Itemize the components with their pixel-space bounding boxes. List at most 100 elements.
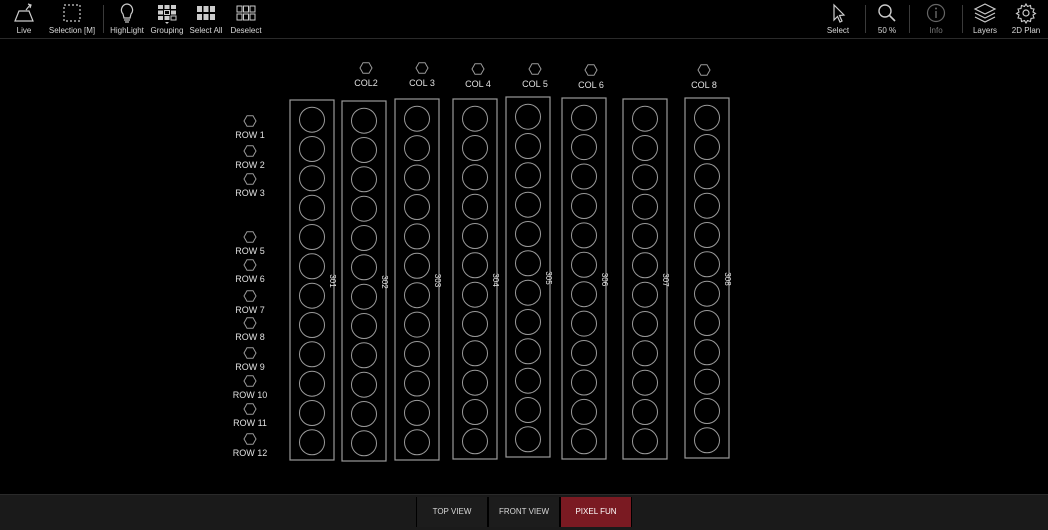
pixel-cell[interactable] — [462, 281, 488, 308]
fixture-strip[interactable] — [622, 98, 668, 460]
select-button[interactable]: Select — [822, 2, 854, 38]
pixel-cell[interactable] — [404, 311, 430, 338]
top-view-button[interactable]: TOP VIEW — [416, 497, 488, 527]
pixel-cell[interactable] — [632, 281, 658, 308]
pixel-cell[interactable] — [515, 367, 541, 394]
pixel-cell[interactable] — [694, 427, 720, 454]
pixel-cell[interactable] — [632, 428, 658, 455]
fixture-strip[interactable] — [505, 96, 551, 458]
pixel-cell[interactable] — [404, 105, 430, 132]
row-group-icon[interactable] — [243, 173, 257, 185]
pixel-cell[interactable] — [299, 429, 325, 456]
row-group-icon[interactable] — [243, 115, 257, 127]
pixel-cell[interactable] — [299, 253, 325, 280]
pixel-cell[interactable] — [299, 136, 325, 162]
pixel-cell[interactable] — [694, 310, 720, 336]
fixture-strip[interactable] — [394, 98, 440, 461]
pixel-cell[interactable] — [462, 193, 488, 220]
row-group-icon[interactable] — [243, 231, 257, 243]
pixel-cell[interactable] — [571, 134, 597, 161]
pixel-cell[interactable] — [404, 370, 430, 397]
live-button[interactable]: Live — [6, 2, 42, 38]
selection-button[interactable]: Selection [M] — [48, 2, 96, 38]
column-group-icon[interactable] — [584, 64, 598, 76]
info-button[interactable]: Info — [918, 2, 954, 38]
pixel-cell[interactable] — [404, 282, 430, 309]
pixel-cell[interactable] — [694, 192, 720, 219]
pixel-cell[interactable] — [404, 194, 430, 220]
layers-button[interactable]: Layers — [968, 2, 1002, 38]
deselect-button[interactable]: Deselect — [228, 2, 264, 38]
pixel-cell[interactable] — [515, 162, 541, 189]
pixel-cell[interactable] — [462, 399, 488, 425]
pixel-cell[interactable] — [571, 281, 597, 308]
zoom-button[interactable]: 50 % — [870, 2, 904, 38]
pixel-cell[interactable] — [515, 397, 541, 423]
pixel-cell[interactable] — [515, 191, 541, 218]
pixel-cell[interactable] — [351, 225, 377, 251]
pixel-cell[interactable] — [299, 312, 325, 338]
pixel-cell[interactable] — [404, 252, 430, 279]
pixel-cell[interactable] — [351, 313, 377, 339]
pixel-cell[interactable] — [571, 428, 597, 455]
pixel-cell[interactable] — [571, 163, 597, 190]
pixel-cell[interactable] — [571, 398, 597, 425]
pixel-cell[interactable] — [351, 254, 377, 281]
row-group-icon[interactable] — [243, 347, 257, 359]
pixel-cell[interactable] — [462, 105, 488, 132]
pixel-cell[interactable] — [515, 103, 541, 130]
pixel-cell[interactable] — [515, 133, 541, 159]
pixel-cell[interactable] — [299, 194, 325, 221]
pixel-cell[interactable] — [299, 370, 325, 397]
pixel-cell[interactable] — [515, 279, 541, 306]
pixel-cell[interactable] — [632, 164, 658, 191]
pixel-cell[interactable] — [694, 134, 720, 160]
pixel-cell[interactable] — [462, 135, 488, 161]
column-group-icon[interactable] — [697, 64, 711, 76]
pixel-cell[interactable] — [632, 311, 658, 337]
pixel-cell[interactable] — [462, 252, 488, 279]
pixel-cell[interactable] — [404, 341, 430, 367]
pixel-cell[interactable] — [462, 164, 488, 191]
pixel-cell[interactable] — [694, 104, 720, 131]
pixel-cell[interactable] — [299, 341, 325, 368]
pixel-cell[interactable] — [571, 193, 597, 219]
plan-2d-button[interactable]: 2D Plan — [1008, 2, 1044, 38]
fixture-strip[interactable] — [289, 99, 335, 461]
row-group-icon[interactable] — [243, 259, 257, 271]
pixel-cell[interactable] — [694, 163, 720, 190]
pixel-cell[interactable] — [515, 221, 541, 247]
column-group-icon[interactable] — [359, 62, 373, 74]
row-group-icon[interactable] — [243, 145, 257, 157]
fixture-strip[interactable] — [561, 97, 607, 460]
pixel-cell[interactable] — [515, 426, 541, 453]
pixel-cell[interactable] — [299, 282, 325, 309]
pixel-cell[interactable] — [632, 340, 658, 367]
pixel-cell[interactable] — [351, 107, 377, 134]
pixel-cell[interactable] — [351, 283, 377, 310]
pixel-cell[interactable] — [694, 222, 720, 248]
pixel-cell[interactable] — [694, 251, 720, 278]
pixel-cell[interactable] — [571, 251, 597, 278]
fixture-strip[interactable] — [684, 97, 730, 459]
pixel-cell[interactable] — [515, 250, 541, 277]
row-group-icon[interactable] — [243, 433, 257, 445]
pixel-cell[interactable] — [351, 342, 377, 369]
fixture-strip[interactable] — [452, 98, 498, 460]
column-group-icon[interactable] — [528, 63, 542, 75]
row-group-icon[interactable] — [243, 375, 257, 387]
pixel-cell[interactable] — [351, 371, 377, 398]
pixel-cell[interactable] — [694, 368, 720, 395]
pixel-cell[interactable] — [462, 428, 488, 455]
pixel-cell[interactable] — [299, 224, 325, 250]
pixel-cell[interactable] — [632, 105, 658, 132]
pixel-cell[interactable] — [462, 311, 488, 337]
pixel-cell[interactable] — [632, 369, 658, 396]
pixel-cell[interactable] — [632, 193, 658, 220]
pixel-cell[interactable] — [632, 223, 658, 249]
pixel-cell[interactable] — [571, 340, 597, 366]
pixel-cell[interactable] — [351, 195, 377, 222]
row-group-icon[interactable] — [243, 290, 257, 302]
front-view-button[interactable]: FRONT VIEW — [488, 497, 560, 527]
pixel-cell[interactable] — [404, 223, 430, 250]
